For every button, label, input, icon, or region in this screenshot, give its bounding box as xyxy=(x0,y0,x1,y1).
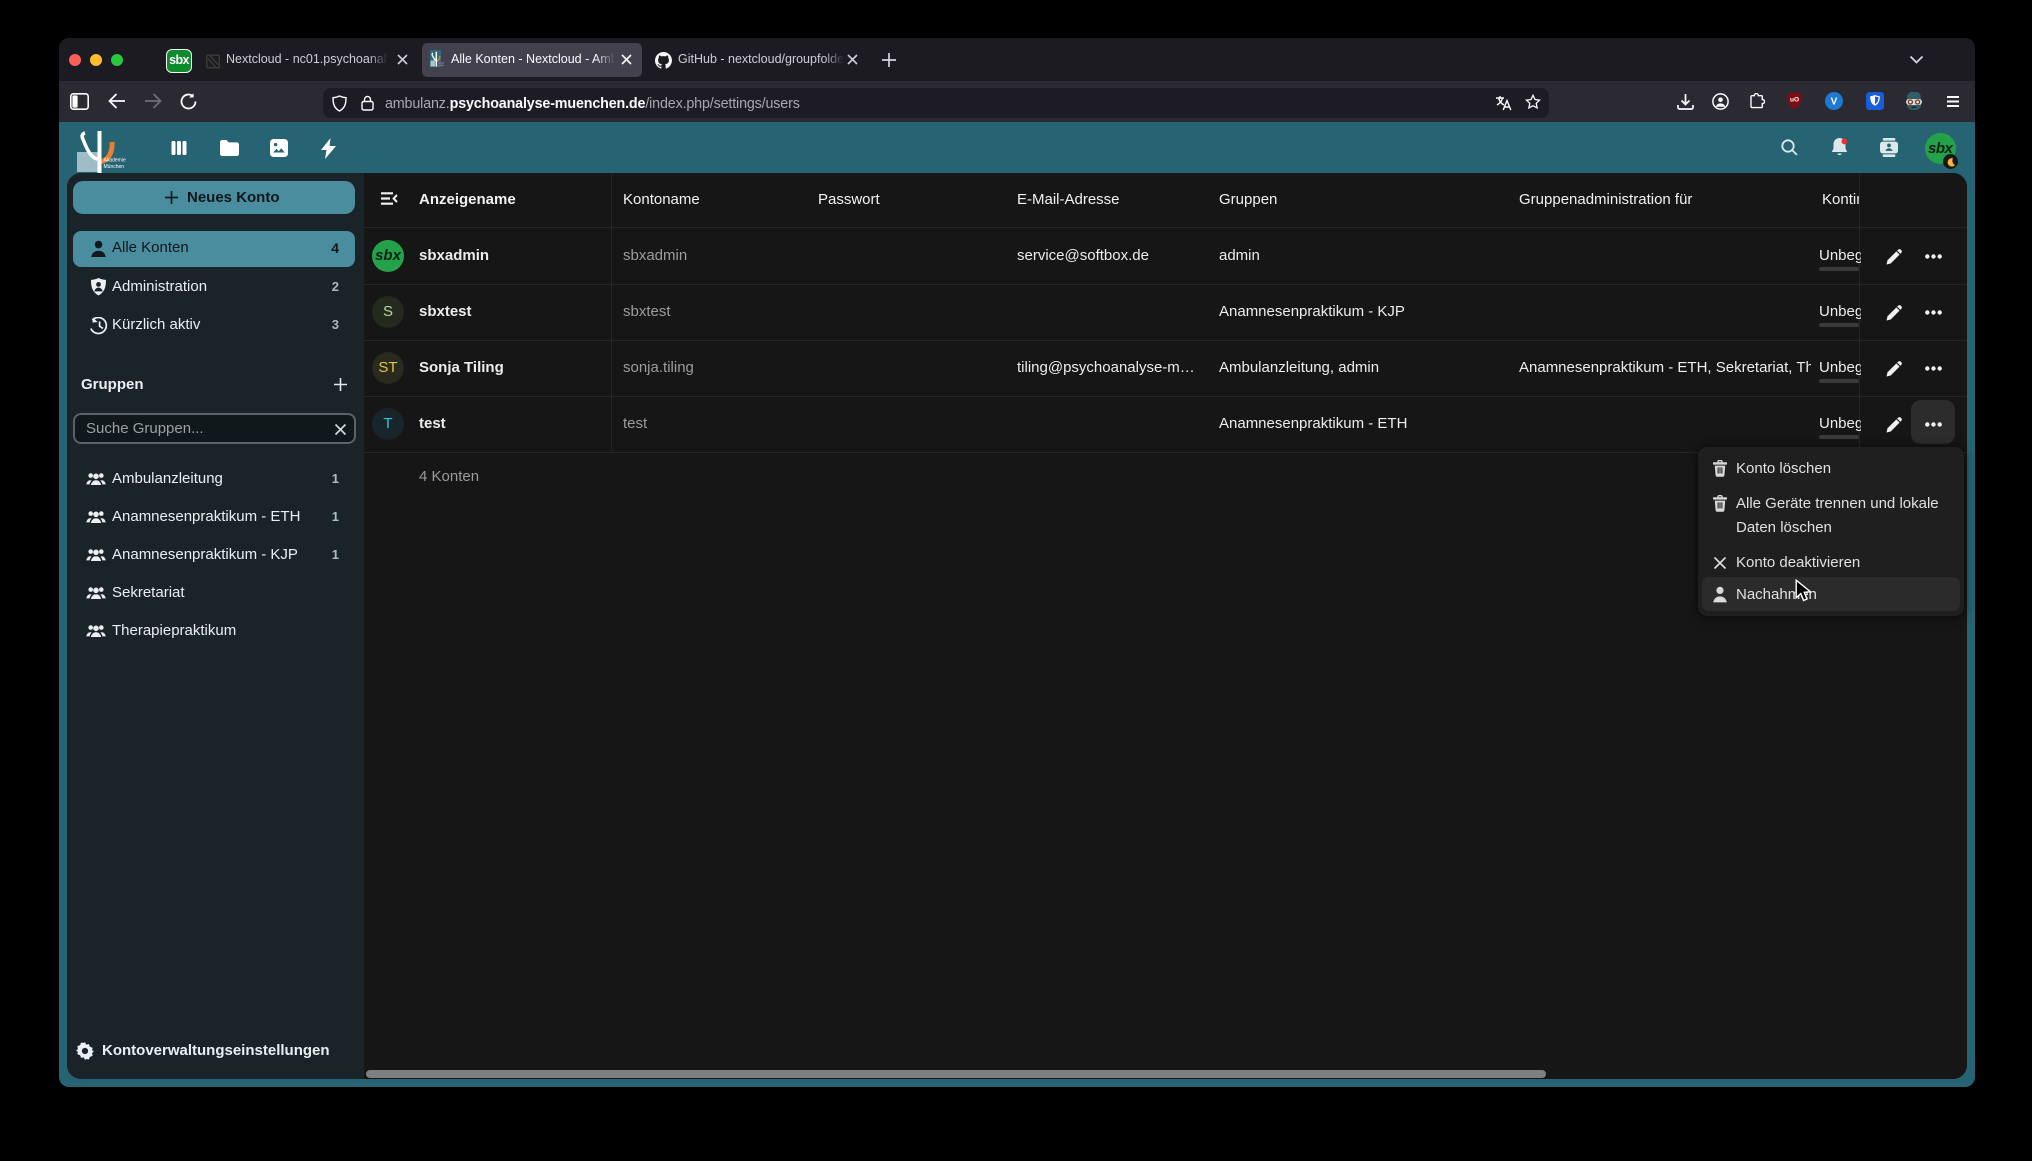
svg-text:uO: uO xyxy=(1790,97,1799,104)
svg-text:Akademie: Akademie xyxy=(104,158,126,164)
svg-text:München: München xyxy=(104,164,125,170)
svg-text:V: V xyxy=(1831,97,1838,108)
